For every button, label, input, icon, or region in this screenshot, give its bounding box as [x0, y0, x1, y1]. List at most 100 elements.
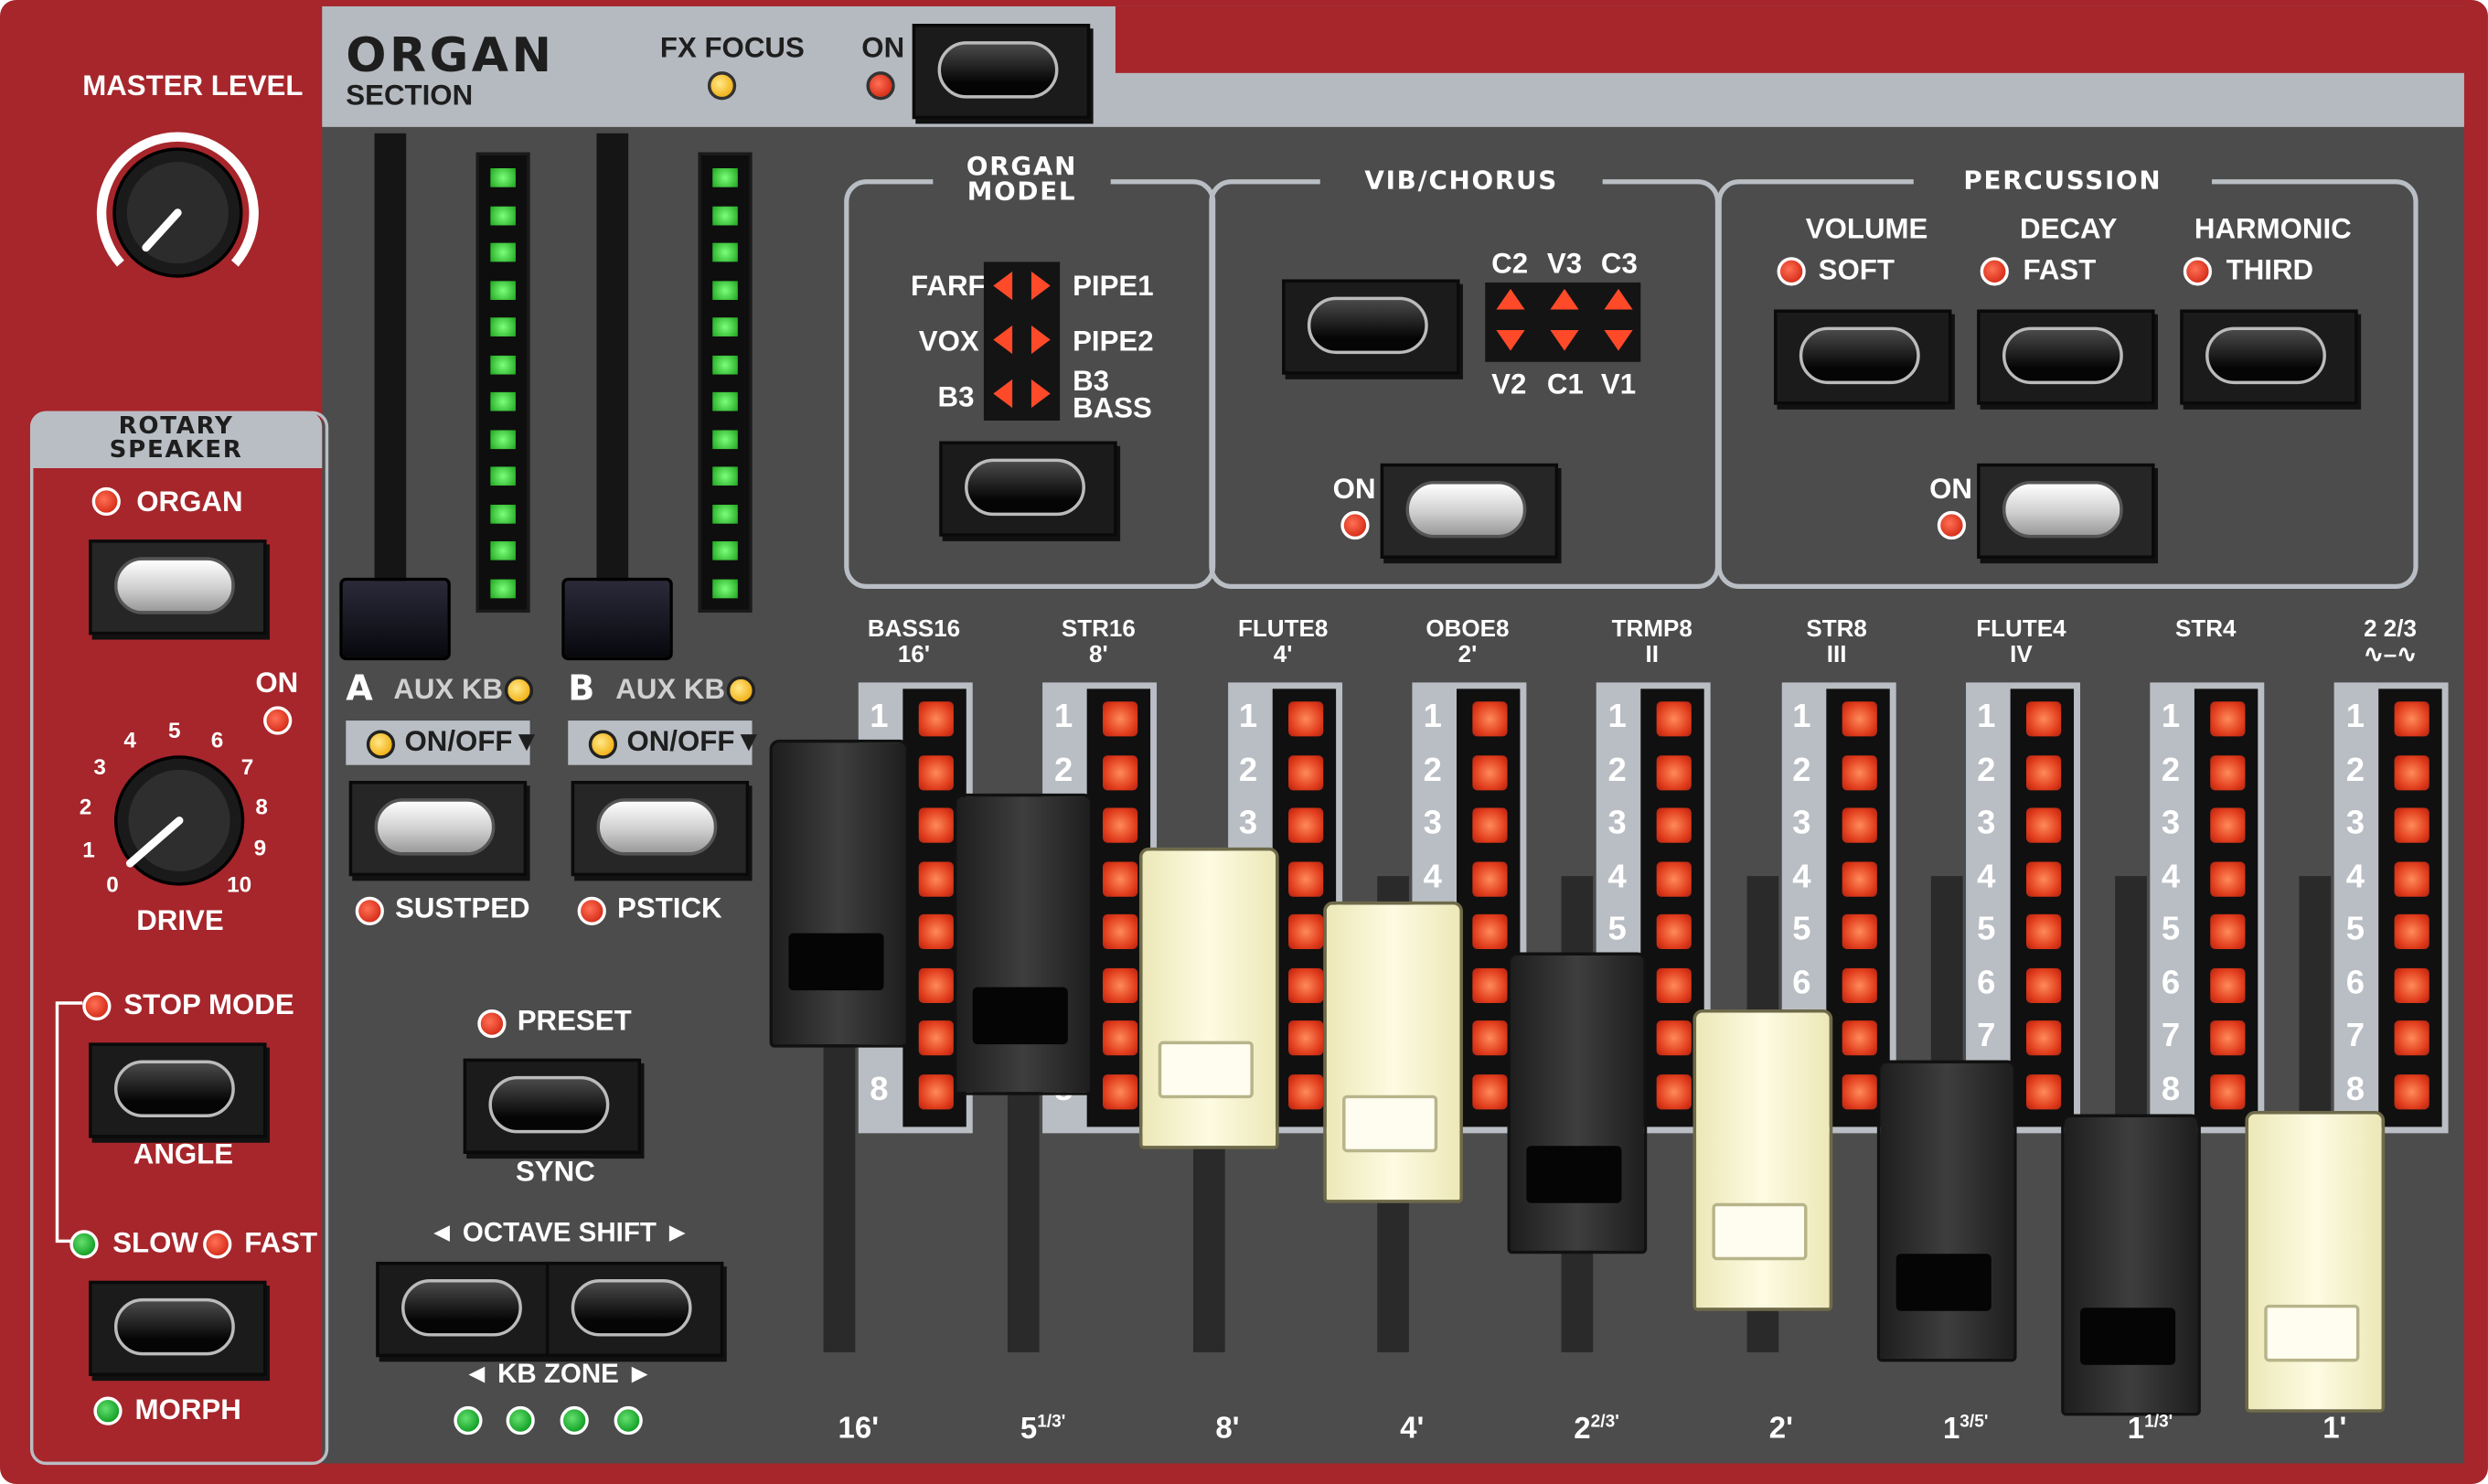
drawbar-8-step-4: 4	[2161, 858, 2181, 895]
drawbar-5-led-8	[1656, 1073, 1692, 1109]
drawbar-meter-9: 1 2 3 4 5 6 7 8	[2334, 682, 2450, 1134]
drawbar-6-step-5: 5	[1792, 911, 1811, 948]
drawbar-3-led-7	[1287, 1020, 1323, 1056]
drawbar-3-led-6	[1287, 966, 1323, 1003]
drawbar-4-handle[interactable]	[1323, 901, 1463, 1203]
drawbar-8-step-1: 1	[2161, 698, 2181, 735]
drawbar-8-led-6	[2210, 966, 2246, 1003]
drawbar-name-1: BASS16 16'	[867, 615, 961, 668]
drawbar-4-led-4	[1472, 860, 1508, 896]
drawbar-9-step-1: 1	[2345, 698, 2365, 735]
drawbar-8-led-4	[2210, 860, 2246, 896]
drawbar-7-grip	[1895, 1254, 1991, 1311]
drawbar-3-grip	[1158, 1041, 1254, 1099]
drawbar-3-handle[interactable]	[1138, 847, 1278, 1149]
drawbar-9-step-2: 2	[2345, 751, 2365, 788]
drawbar-5-led-7	[1656, 1020, 1692, 1056]
drawbar-footage-5: 22/3'	[1574, 1412, 1619, 1447]
drawbar-6-handle[interactable]	[1692, 1009, 1832, 1311]
drawbar-8-led-7	[2210, 1020, 2246, 1056]
drawbar-9-step-5: 5	[2345, 911, 2365, 948]
drawbar-1-grip	[788, 933, 884, 991]
drawbar-meter-strip-6	[1825, 689, 1889, 1127]
drawbar-2-led-3	[1103, 807, 1138, 843]
drawbar-7-step-3: 3	[1977, 805, 1996, 841]
drawbar-7-step-6: 6	[1977, 964, 1996, 1001]
drawbar-2-led-2	[1103, 754, 1138, 790]
drawbar-name-4: OBOE8 2'	[1426, 615, 1510, 668]
drawbar-7-led-1	[2025, 701, 2061, 737]
drawbar-2-led-8	[1103, 1073, 1138, 1109]
drawbar-5-led-4	[1656, 860, 1692, 896]
drawbar-8-step-2: 2	[2161, 751, 2181, 788]
drawbar-4-led-5	[1472, 913, 1508, 950]
drawbar-footage-4: 4'	[1400, 1412, 1425, 1447]
drawbar-9-step-3: 3	[2345, 805, 2365, 841]
drawbar-8-led-8	[2210, 1073, 2246, 1109]
drawbar-8-step-7: 7	[2161, 1017, 2181, 1054]
drawbar-3-led-1	[1287, 701, 1323, 737]
drawbar-6-led-4	[1841, 860, 1876, 896]
drawbar-9-led-5	[2395, 913, 2430, 950]
drawbar-6-led-1	[1841, 701, 1876, 737]
drawbar-3-step-3: 3	[1238, 805, 1258, 841]
drawbar-meter-strip-7	[2010, 689, 2074, 1127]
drawbar-6-grip	[1711, 1202, 1807, 1261]
drawbar-7-handle[interactable]	[1876, 1060, 2017, 1362]
drawbar-6-led-7	[1841, 1020, 1876, 1056]
drawbar-name-7: FLUTE4 IV	[1976, 615, 2066, 668]
drawbar-footage-1: 16'	[838, 1412, 880, 1447]
drawbar-4-led-1	[1472, 701, 1508, 737]
drawbar-3-step-1: 1	[1238, 698, 1258, 735]
drawbar-name-9: 2 2/3 ∿–∿	[2363, 615, 2418, 668]
drawbar-7-step-1: 1	[1977, 698, 1996, 735]
drawbar-2-grip	[973, 987, 1069, 1045]
drawbar-7-led-5	[2025, 913, 2061, 950]
drawbar-7-led-6	[2025, 966, 2061, 1003]
drawbar-3-led-4	[1287, 860, 1323, 896]
drawbar-8-handle[interactable]	[2061, 1114, 2202, 1416]
drawbar-6-step-3: 3	[1792, 805, 1811, 841]
drawbar-2-led-5	[1103, 913, 1138, 950]
drawbar-8-step-6: 6	[2161, 964, 2181, 1001]
drawbar-7-led-3	[2025, 807, 2061, 843]
drawbar-5-led-3	[1656, 807, 1692, 843]
drawbar-5-led-6	[1656, 966, 1692, 1003]
drawbar-5-step-3: 3	[1607, 805, 1627, 841]
drawbar-5-step-1: 1	[1607, 698, 1627, 735]
drawbar-name-6: STR8 III	[1806, 615, 1867, 668]
drawbar-1-handle[interactable]	[769, 739, 910, 1048]
drawbar-9-handle[interactable]	[2246, 1111, 2386, 1413]
drawbar-2-led-1	[1103, 701, 1138, 737]
drawbar-6-step-1: 1	[1792, 698, 1811, 735]
drawbar-1-led-6	[918, 966, 954, 1003]
drawbar-5-led-1	[1656, 701, 1692, 737]
drawbar-7-led-2	[2025, 754, 2061, 790]
drawbar-1-step-8: 8	[870, 1070, 889, 1107]
drawbar-1-step-1: 1	[870, 698, 889, 735]
drawbar-6-led-8	[1841, 1073, 1876, 1109]
drawbar-4-led-8	[1472, 1073, 1508, 1109]
drawbar-8-led-3	[2210, 807, 2246, 843]
drawbar-9-led-2	[2395, 754, 2430, 790]
drawbar-9-led-3	[2395, 807, 2430, 843]
drawbar-4-led-6	[1472, 966, 1508, 1003]
drawbar-name-8: STR4	[2174, 615, 2237, 643]
drawbar-9-step-4: 4	[2345, 858, 2365, 895]
drawbar-3-led-5	[1287, 913, 1323, 950]
drawbar-2-step-1: 1	[1054, 698, 1073, 735]
drawbar-footage-2: 51/3'	[1020, 1412, 1066, 1447]
drawbar-9-led-1	[2395, 701, 2430, 737]
drawbar-4-step-2: 2	[1423, 751, 1442, 788]
drawbar-8-step-5: 5	[2161, 911, 2181, 948]
drawbar-1-led-2	[918, 754, 954, 790]
drawbar-2-handle[interactable]	[954, 793, 1095, 1095]
drawbar-3-led-2	[1287, 754, 1323, 790]
drawbar-8-step-8: 8	[2161, 1070, 2181, 1107]
drawbar-5-handle[interactable]	[1507, 952, 1648, 1254]
drawbar-9-step-6: 6	[2345, 964, 2365, 1001]
drawbar-name-3: FLUTE8 4'	[1237, 615, 1329, 668]
drawbar-9-led-4	[2395, 860, 2430, 896]
drawbar-7-step-2: 2	[1977, 751, 1996, 788]
drawbar-5-step-2: 2	[1607, 751, 1627, 788]
